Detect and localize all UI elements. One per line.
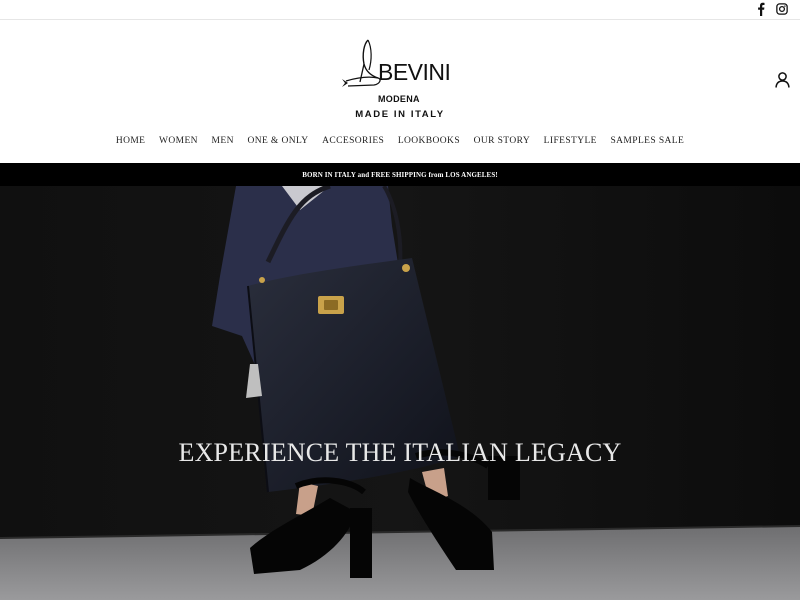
top-utility-bar [0,0,800,20]
hero-image [0,186,800,600]
nav-item-men[interactable]: MEN [205,136,241,146]
nav-item-one-and-only[interactable]: ONE & ONLY [241,136,316,146]
announcement-text: BORN IN ITALY and FREE SHIPPING from LOS… [302,170,498,179]
nav-item-lookbooks[interactable]: LOOKBOOKS [391,136,467,146]
nav-item-lifestyle[interactable]: LIFESTYLE [537,136,604,146]
instagram-icon[interactable] [776,2,788,16]
brand-city: MODENA [378,94,420,104]
nav-item-home[interactable]: HOME [109,136,152,146]
nav-item-women[interactable]: WOMEN [152,136,205,146]
hero-headline: EXPERIENCE THE ITALIAN LEGACY [178,438,622,467]
site-header: BEVINI MODENA MADE IN ITALY HOME WOMEN M… [0,20,800,163]
hero-banner[interactable]: EXPERIENCE THE ITALIAN LEGACY [0,186,800,600]
brand-name: BEVINI [378,59,451,85]
main-navigation: HOME WOMEN MEN ONE & ONLY ACCESORIES LOO… [0,131,800,151]
nav-item-samples-sale[interactable]: SAMPLES SALE [604,136,691,146]
nav-item-our-story[interactable]: OUR STORY [467,136,537,146]
nav-item-accesories[interactable]: ACCESORIES [315,136,391,146]
facebook-icon[interactable] [755,2,767,16]
account-icon[interactable] [775,72,790,88]
social-links [755,2,788,16]
announcement-bar: BORN IN ITALY and FREE SHIPPING from LOS… [0,163,800,186]
brand-tagline: MADE IN ITALY [355,109,445,120]
